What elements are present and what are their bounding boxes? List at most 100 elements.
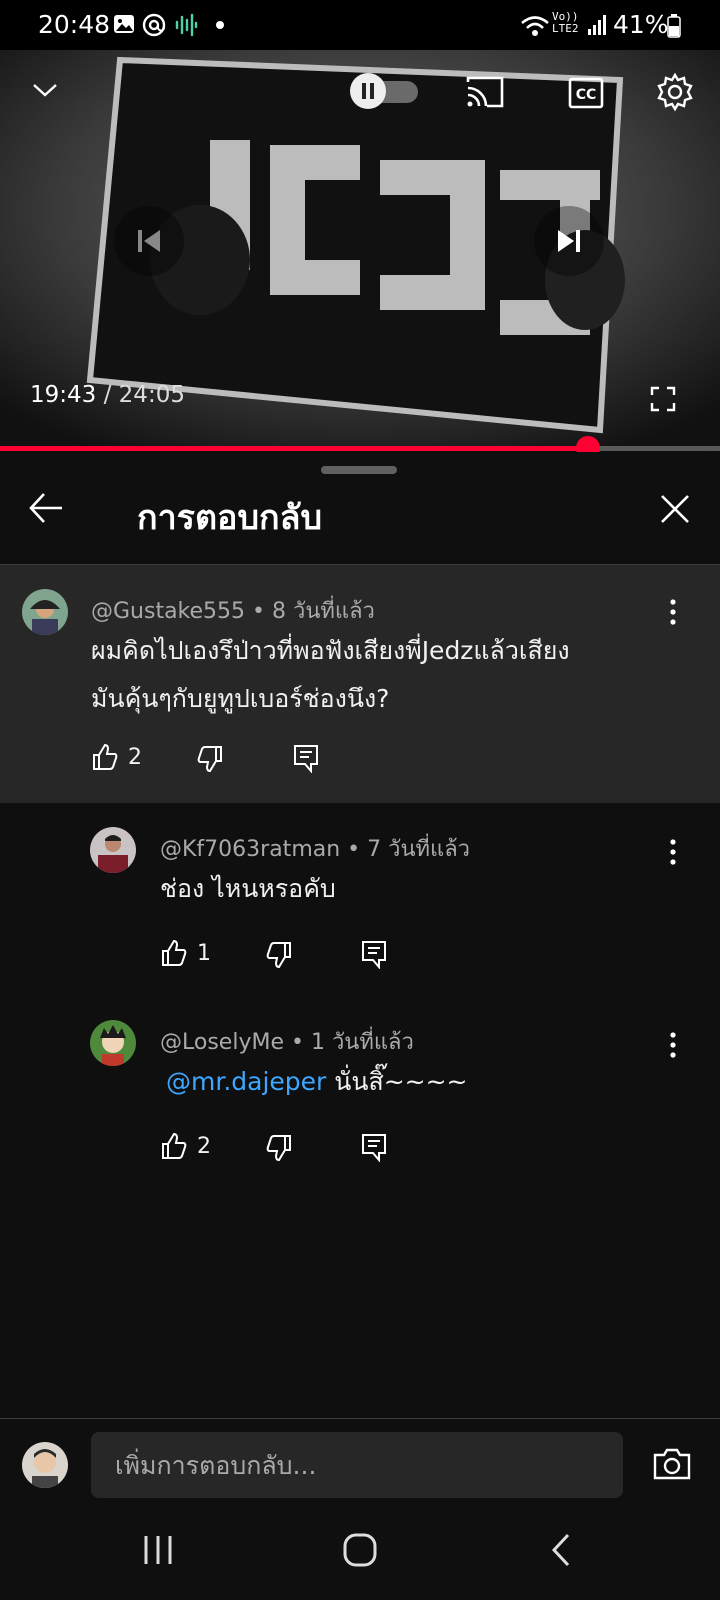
system-nav-bar (0, 1508, 720, 1600)
comment-meta: @Gustake555 • 8 วันที่แล้ว (91, 593, 375, 628)
more-vert-icon (670, 839, 676, 865)
status-bar: 20:48 Vo)) LTE2 41% (0, 0, 720, 50)
like-button[interactable] (160, 1132, 188, 1164)
video-player[interactable]: CC 19:43 / 24:05 (0, 50, 720, 450)
dislike-button[interactable] (196, 745, 224, 777)
reply-button[interactable] (292, 743, 320, 777)
reply-input[interactable] (91, 1432, 623, 1498)
avatar[interactable] (90, 1020, 136, 1066)
time-separator: / (96, 382, 119, 408)
comment-icon (362, 1134, 386, 1163)
thumbs-up-icon (162, 939, 187, 966)
comment-meta: @Kf7063ratman • 7 วันที่แล้ว (160, 831, 470, 866)
more-vert-icon (670, 1032, 676, 1058)
dot-icon (216, 21, 224, 29)
camera-button[interactable] (652, 1447, 692, 1485)
comment-age: 7 วันที่แล้ว (367, 837, 471, 862)
previous-icon (138, 230, 160, 252)
like-button[interactable] (160, 939, 188, 971)
comment-age: 1 วันที่แล้ว (310, 1030, 414, 1055)
user-avatar[interactable] (22, 1442, 68, 1488)
panel-title: การตอบกลับ (137, 498, 323, 538)
pause-icon (362, 83, 374, 99)
reply-button[interactable] (360, 939, 388, 973)
avatar[interactable] (22, 589, 68, 635)
avatar[interactable] (90, 827, 136, 873)
comment-age: 8 วันที่แล้ว (272, 599, 375, 624)
mention-link[interactable]: @mr.dajeper (166, 1067, 326, 1096)
comment-text: ผมคิดไปเองรึป่าวที่พอฟังเสียงพี่Jedzแล้ว… (91, 627, 691, 723)
camera-icon (653, 1448, 691, 1480)
current-time: 19:43 (30, 382, 97, 408)
comment-author[interactable]: @Gustake555 (91, 599, 245, 624)
like-button[interactable] (91, 743, 119, 775)
battery-percent: 41% (613, 10, 669, 39)
dislike-button[interactable] (265, 941, 293, 973)
comment-text: ช่อง ไหนหรอคับ (160, 874, 336, 903)
time-readout: 19:43 / 24:05 (30, 382, 185, 408)
gear-icon (657, 72, 693, 112)
wifi-icon (520, 14, 550, 42)
svg-text:CC: CC (576, 87, 597, 103)
autoplay-knob (350, 73, 386, 109)
comment-text-line: มันคุ้นๆกับยูทูปเบอร์ช่องนึง? (91, 684, 390, 713)
meta-separator: • (340, 837, 368, 862)
like-count: 2 (128, 745, 142, 770)
duration: 24:05 (118, 382, 185, 408)
comment-icon (362, 941, 386, 970)
parent-comment: @Gustake555 • 8 วันที่แล้ว ผมคิดไปเองรึป… (0, 565, 720, 803)
next-button[interactable] (534, 206, 604, 276)
progress-fill (0, 446, 589, 451)
comment-text: @mr.dajeper นั่นสิ๊~~~~ (166, 1058, 666, 1106)
recents-icon (144, 1536, 172, 1564)
close-icon (661, 495, 689, 523)
fullscreen-icon (650, 386, 676, 412)
previous-button[interactable] (114, 206, 184, 276)
nav-back-button[interactable] (550, 1533, 572, 1571)
gallery-icon (113, 13, 135, 39)
network-badge: Vo)) LTE2 (552, 10, 579, 35)
like-count: 1 (197, 941, 211, 966)
signal-icon (587, 14, 607, 40)
collapse-button[interactable] (30, 75, 60, 109)
more-options-button[interactable] (663, 597, 683, 627)
autoplay-toggle[interactable] (350, 73, 420, 109)
threads-icon (142, 13, 166, 41)
thumbs-up-icon (93, 743, 118, 770)
settings-button[interactable] (655, 72, 695, 116)
more-options-button[interactable] (663, 837, 683, 867)
recents-button[interactable] (142, 1534, 174, 1570)
reply-comment: @LoselyMe • 1 วันที่แล้ว @mr.dajeper นั่… (0, 1010, 720, 1180)
cc-icon: CC (568, 77, 604, 109)
more-options-button[interactable] (663, 1030, 683, 1060)
cast-button[interactable] (465, 74, 505, 114)
back-button[interactable] (28, 490, 64, 530)
drag-handle[interactable] (321, 466, 397, 474)
comment-meta: @LoselyMe • 1 วันที่แล้ว (160, 1024, 414, 1059)
replies-panel: การตอบกลับ @Gustake555 • 8 วันที่แล้ว ผม… (0, 452, 720, 1600)
battery-icon (667, 14, 681, 42)
back-icon (551, 1533, 570, 1567)
captions-button[interactable]: CC (568, 77, 604, 113)
arrow-left-icon (29, 493, 62, 523)
status-time: 20:48 (38, 10, 111, 39)
comment-icon (294, 745, 318, 774)
meta-separator: • (283, 1030, 311, 1055)
like-count: 2 (197, 1134, 211, 1159)
home-button[interactable] (343, 1533, 377, 1571)
progress-bar[interactable] (0, 436, 720, 460)
thumbs-down-icon (197, 746, 222, 773)
comment-author[interactable]: @Kf7063ratman (160, 837, 340, 862)
chevron-down-icon (33, 84, 57, 97)
dislike-button[interactable] (265, 1134, 293, 1166)
home-icon (343, 1533, 377, 1567)
thumbs-down-icon (266, 1135, 291, 1162)
close-button[interactable] (660, 494, 690, 528)
reply-button[interactable] (360, 1132, 388, 1166)
thumbs-up-icon (162, 1132, 187, 1159)
meta-separator: • (245, 599, 273, 624)
more-vert-icon (670, 599, 676, 625)
fullscreen-button[interactable] (650, 386, 676, 416)
audio-wave-icon (174, 13, 198, 41)
comment-author[interactable]: @LoselyMe (160, 1030, 284, 1055)
